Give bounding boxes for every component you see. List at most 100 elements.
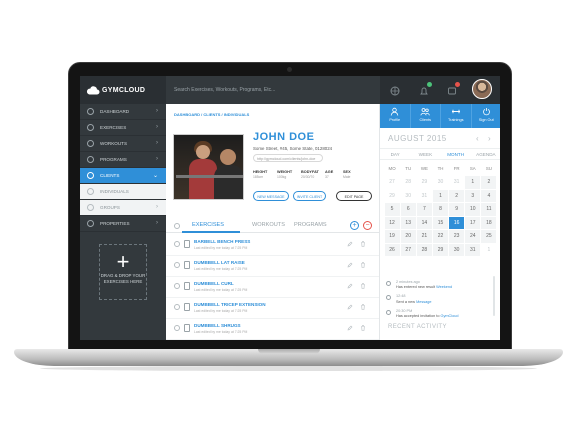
sidebar-item-dashboard[interactable]: DASHBOARD › xyxy=(80,104,166,120)
chevron-left-icon[interactable]: ‹ xyxy=(476,134,479,143)
sidebar-item-workouts[interactable]: WORKOUTS › xyxy=(80,136,166,152)
feed-item[interactable]: 12:48 Sent a new Message xyxy=(386,294,494,304)
calendar-day[interactable]: 29 xyxy=(417,176,432,189)
calendar-day[interactable]: 27 xyxy=(400,243,416,256)
pencil-icon[interactable] xyxy=(347,283,353,289)
tab-programs[interactable]: PROGRAMS xyxy=(294,222,327,228)
calendar-day[interactable]: 30 xyxy=(433,176,448,189)
trash-icon[interactable] xyxy=(360,283,366,289)
calendar-day[interactable]: 1 xyxy=(481,244,496,257)
calendar-day[interactable]: 15 xyxy=(432,216,449,229)
calendar-day[interactable]: 19 xyxy=(384,230,400,243)
feed-item[interactable]: 20:30 PM Has accepted invitation to GymC… xyxy=(386,309,494,319)
edit-page-button[interactable]: EDIT PAGE xyxy=(336,191,372,201)
sidebar-item-properties[interactable]: PROPERTIES › xyxy=(80,216,166,232)
table-row[interactable]: DUMBBELL SHRUGS Last edited by me today … xyxy=(166,319,379,340)
calendar-day[interactable]: 30 xyxy=(401,190,416,203)
table-row[interactable]: BARBELL BENCH PRESS Last edited by me to… xyxy=(166,235,379,256)
exercise-title[interactable]: DUMBBELL LAT RAISE xyxy=(194,260,245,265)
trash-icon[interactable] xyxy=(360,241,366,247)
view-day[interactable]: DAY xyxy=(380,149,410,159)
pencil-icon[interactable] xyxy=(347,304,353,310)
pencil-icon[interactable] xyxy=(347,262,353,268)
exercise-title[interactable]: DUMBBELL SHRUGS xyxy=(194,323,241,328)
select-all-checkbox[interactable] xyxy=(174,223,180,229)
calendar-day[interactable]: 31 xyxy=(417,190,432,203)
add-button[interactable]: + xyxy=(350,221,359,230)
pencil-icon[interactable] xyxy=(347,325,353,331)
avatar[interactable] xyxy=(472,79,492,99)
trash-icon[interactable] xyxy=(360,325,366,331)
calendar-day[interactable]: 29 xyxy=(385,190,400,203)
exercise-title[interactable]: DUMBBELL TRICEP EXTENSION xyxy=(194,302,266,307)
calendar-day[interactable]: 31 xyxy=(465,243,481,256)
calendar-day-today[interactable]: 16 xyxy=(449,216,465,229)
invite-client-button[interactable]: INVITE CLIENT xyxy=(293,191,326,201)
sidebar-item-groups[interactable]: GROUPS › xyxy=(80,200,166,216)
feed-scrollbar[interactable] xyxy=(493,276,495,316)
calendar-day[interactable]: 27 xyxy=(385,176,400,189)
delete-button[interactable]: − xyxy=(363,221,372,230)
table-row[interactable]: DUMBBELL TRICEP EXTENSION Last edited by… xyxy=(166,298,379,319)
calendar-day[interactable]: 28 xyxy=(401,176,416,189)
trash-icon[interactable] xyxy=(360,304,366,310)
feed-item[interactable]: 2 minutes ago Has entered new result Wee… xyxy=(386,280,494,290)
calendar-day[interactable]: 6 xyxy=(400,203,416,216)
view-month[interactable]: MONTH xyxy=(441,149,471,159)
calendar-day[interactable]: 1 xyxy=(465,176,481,189)
calendar-day[interactable]: 21 xyxy=(416,230,432,243)
calendar-day[interactable]: 1 xyxy=(432,189,449,202)
view-agenda[interactable]: AGENDA xyxy=(471,149,500,159)
sidebar-item-exercises[interactable]: EXERCISES › xyxy=(80,120,166,136)
breadcrumb[interactable]: DASHBOARD / CLIENTS / INDIVIDUALS xyxy=(174,112,249,117)
bell-icon[interactable] xyxy=(418,82,432,96)
calendar-day[interactable]: 31 xyxy=(449,176,464,189)
calendar-day[interactable]: 20 xyxy=(400,230,416,243)
row-checkbox[interactable] xyxy=(174,283,180,289)
row-checkbox[interactable] xyxy=(174,262,180,268)
message-icon[interactable] xyxy=(446,82,460,96)
calendar-day[interactable]: 2 xyxy=(481,176,497,189)
calendar-day[interactable]: 24 xyxy=(465,230,481,243)
calendar-day[interactable]: 18 xyxy=(481,216,497,229)
calendar-day[interactable]: 14 xyxy=(416,216,432,229)
table-row[interactable]: DUMBBELL CURL Last edited by me today at… xyxy=(166,277,379,298)
calendar-day[interactable]: 30 xyxy=(449,243,465,256)
calendar-day[interactable]: 5 xyxy=(384,203,400,216)
calendar-day[interactable]: 17 xyxy=(465,216,481,229)
calendar-day[interactable]: 4 xyxy=(481,189,497,202)
feed-link[interactable]: GymCloud xyxy=(441,314,459,318)
feed-link[interactable]: Weekend xyxy=(436,285,452,289)
calendar-day[interactable]: 28 xyxy=(416,243,432,256)
calendar-day[interactable]: 26 xyxy=(384,243,400,256)
calendar-day[interactable]: 12 xyxy=(384,216,400,229)
profile-action[interactable]: Profile xyxy=(380,104,411,128)
view-week[interactable]: WEEK xyxy=(410,149,440,159)
row-checkbox[interactable] xyxy=(174,304,180,310)
calendar-day[interactable]: 11 xyxy=(481,203,497,216)
exercise-title[interactable]: DUMBBELL CURL xyxy=(194,281,234,286)
calendar-day[interactable]: 8 xyxy=(432,203,449,216)
trainings-action[interactable]: Trainings xyxy=(441,104,472,128)
search-input[interactable]: Search Exercises, Workouts, Programs, Et… xyxy=(166,76,380,104)
new-message-button[interactable]: NEW MESSAGE xyxy=(253,191,289,201)
tab-workouts[interactable]: WORKOUTS xyxy=(252,222,285,228)
calendar-day[interactable]: 3 xyxy=(465,189,481,202)
sidebar-item-clients[interactable]: CLIENTS ⌄ xyxy=(80,168,166,184)
row-checkbox[interactable] xyxy=(174,241,180,247)
calendar-day[interactable]: 2 xyxy=(449,189,465,202)
tab-exercises[interactable]: EXERCISES xyxy=(192,222,224,228)
trash-icon[interactable] xyxy=(360,262,366,268)
sidebar-item-programs[interactable]: PROGRAMS › xyxy=(80,152,166,168)
calendar-day[interactable]: 7 xyxy=(416,203,432,216)
calendar-day[interactable]: 25 xyxy=(481,230,497,243)
table-row[interactable]: DUMBBELL LAT RAISE Last edited by me tod… xyxy=(166,256,379,277)
calendar-day[interactable]: 29 xyxy=(432,243,449,256)
calendar-day[interactable]: 13 xyxy=(400,216,416,229)
pencil-icon[interactable] xyxy=(347,241,353,247)
chevron-right-icon[interactable]: › xyxy=(488,134,491,143)
calendar-day[interactable]: 22 xyxy=(432,230,449,243)
exercise-title[interactable]: BARBELL BENCH PRESS xyxy=(194,239,250,244)
calendar-day[interactable]: 10 xyxy=(465,203,481,216)
sign-out-action[interactable]: Sign Out xyxy=(472,104,501,128)
